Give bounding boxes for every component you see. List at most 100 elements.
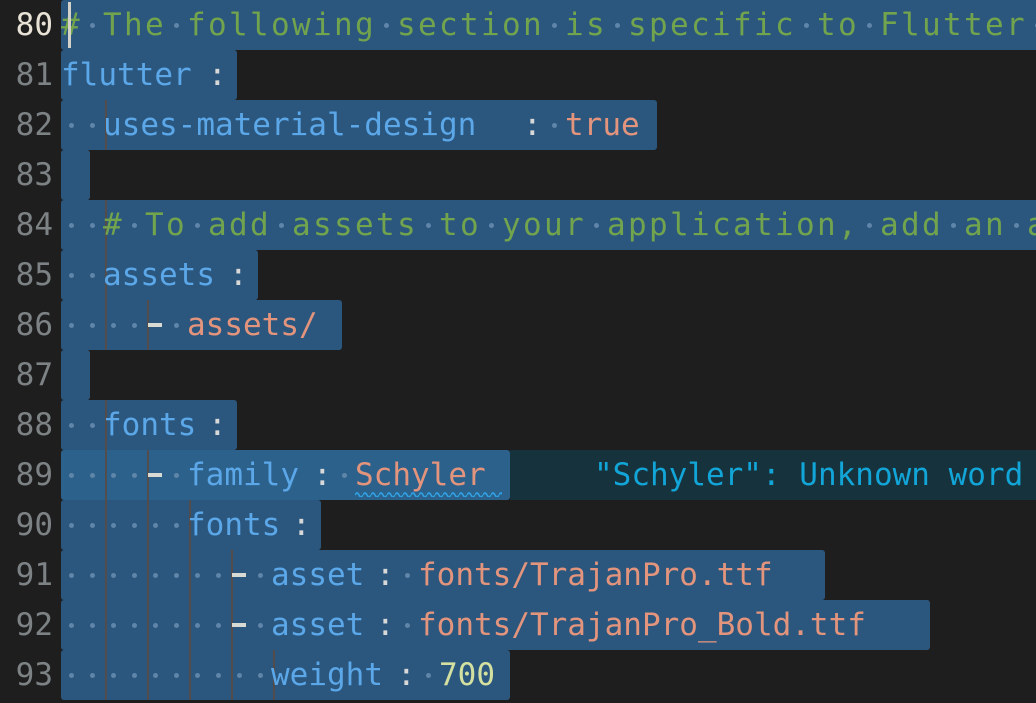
whitespace-dot (69, 523, 74, 528)
code-token: : (397, 657, 416, 693)
whitespace-dot (111, 673, 116, 678)
indent-guide (147, 550, 149, 600)
code-token: o (166, 207, 185, 243)
code-token: fonts (103, 407, 197, 443)
whitespace-dot (132, 473, 137, 478)
code-line[interactable] (61, 350, 1036, 400)
whitespace-dot (237, 673, 242, 678)
code-token: i (565, 7, 584, 43)
whitespace-dot (132, 623, 137, 628)
line-number: 85 (15, 257, 53, 293)
code-token: c (439, 7, 458, 43)
whitespace-dot (132, 523, 137, 528)
whitespace-dot (132, 223, 137, 228)
code-token: a (292, 207, 311, 243)
whitespace-dot (90, 323, 95, 328)
code-line[interactable]: weight:700 (61, 650, 1036, 700)
code-token: o (502, 7, 521, 43)
code-token: a (733, 207, 752, 243)
whitespace-dot (615, 23, 620, 28)
list-dash (148, 323, 162, 327)
code-token: # (103, 207, 122, 243)
code-editor[interactable]: 808182838485868788899091929394 #Thefollo… (0, 0, 1036, 703)
code-token: i (313, 7, 332, 43)
whitespace-dot (1014, 223, 1019, 228)
whitespace-dot (153, 523, 158, 528)
code-token: f (187, 7, 206, 43)
code-line[interactable]: #Toaddassetstoyourapplication,addanas (61, 200, 1036, 250)
whitespace-dot (90, 673, 95, 678)
code-token: t (964, 7, 983, 43)
code-token: y (502, 207, 521, 243)
line-number: 89 (15, 457, 53, 493)
code-token: n (985, 207, 1004, 243)
code-token: : (208, 407, 227, 443)
code-token: l (229, 7, 248, 43)
whitespace-dot (90, 573, 95, 578)
whitespace-dot (69, 223, 74, 228)
code-line[interactable]: flutter: (61, 50, 1036, 100)
code-token: : (376, 557, 395, 593)
whitespace-dot (174, 473, 179, 478)
code-token: fonts (187, 507, 281, 543)
indent-guide (147, 650, 149, 700)
code-token: asset (271, 557, 365, 593)
line-number: 91 (15, 557, 53, 593)
code-token: s (628, 7, 647, 43)
code-token: i (754, 7, 773, 43)
whitespace-dot (552, 23, 557, 28)
code-line[interactable]: uses-material-design: true (61, 100, 1036, 150)
code-line[interactable]: asset: fonts/TrajanPro.ttf (61, 550, 1036, 600)
code-token: o (271, 7, 290, 43)
code-line[interactable]: #ThefollowingsectionisspecifictoFlutterp (61, 0, 1036, 50)
code-line[interactable]: assets: (61, 250, 1036, 300)
code-line[interactable]: family: Schyler "Schyler": Unknown word (61, 450, 1036, 500)
whitespace-dot (174, 673, 179, 678)
indent-guide (231, 650, 233, 700)
code-line[interactable]: fonts: (61, 400, 1036, 450)
whitespace-dot (342, 473, 347, 478)
code-content-area[interactable]: #ThefollowingsectionisspecifictoFlutterp… (61, 0, 1036, 703)
code-token: l (901, 7, 920, 43)
code-token: u (544, 207, 563, 243)
code-token: s (313, 207, 332, 243)
code-token: c (775, 7, 794, 43)
code-line[interactable] (61, 150, 1036, 200)
code-token: i (775, 207, 794, 243)
whitespace-dot (69, 123, 74, 128)
whitespace-dot (552, 123, 557, 128)
list-dash (148, 473, 162, 477)
code-token: : (376, 607, 395, 643)
whitespace-dot (216, 573, 221, 578)
indent-guide (105, 600, 107, 650)
code-token: t (754, 207, 773, 243)
code-line[interactable]: asset: fonts/TrajanPro_Bold.ttf (61, 600, 1036, 650)
code-line[interactable]: assets/ (61, 300, 1036, 350)
inline-diagnostic-message[interactable]: "Schyler": Unknown word (594, 450, 1023, 500)
whitespace-dot (195, 623, 200, 628)
indent-guide (105, 650, 107, 700)
whitespace-dot (90, 423, 95, 428)
code-token: d (922, 207, 941, 243)
whitespace-dot (90, 473, 95, 478)
code-token: o (523, 207, 542, 243)
line-number: 82 (15, 107, 53, 143)
whitespace-dot (405, 573, 410, 578)
code-token: family (187, 457, 299, 493)
code-line[interactable]: fonts: (61, 500, 1036, 550)
code-token: o (208, 7, 227, 43)
whitespace-dot (132, 673, 137, 678)
code-token: d (250, 207, 269, 243)
whitespace-dot (216, 673, 221, 678)
code-token: h (124, 7, 143, 43)
whitespace-dot (132, 573, 137, 578)
code-token: fonts/TrajanPro.ttf (418, 557, 773, 593)
whitespace-dot (69, 273, 74, 278)
code-token: s (586, 7, 605, 43)
whitespace-dot (279, 223, 284, 228)
code-token: e (985, 7, 1004, 43)
whitespace-dot (69, 323, 74, 328)
selection-highlight (61, 350, 90, 400)
indent-guide (189, 550, 191, 600)
code-token: : (313, 457, 332, 493)
